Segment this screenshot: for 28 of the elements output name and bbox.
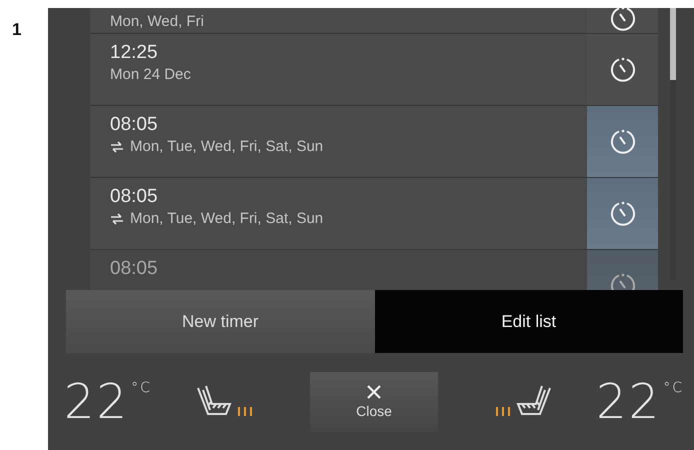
figure-number: 1 <box>11 19 22 41</box>
timer-row[interactable]: 08:05 Mon, Tue, Wed, Fri, Sat, Sun <box>90 106 658 178</box>
action-button[interactable]: Edit list <box>374 290 683 353</box>
action-button[interactable]: New timer <box>66 290 374 353</box>
stopwatch-icon <box>608 56 636 84</box>
timer-row[interactable]: 12:25 Mon 24 Dec <box>90 34 658 106</box>
scrollbar[interactable] <box>670 8 676 280</box>
timer-time: 08:05 <box>110 185 159 209</box>
stopwatch-icon <box>608 200 636 228</box>
close-icon <box>366 384 382 400</box>
timer-toggle[interactable] <box>587 106 658 177</box>
timer-toggle[interactable] <box>587 8 658 33</box>
timer-row[interactable]: Mon, Wed, Fri <box>90 8 658 34</box>
temperature-reading[interactable]: 22$^{°C}$ <box>596 374 684 430</box>
timer-time: 12:25 <box>110 41 159 65</box>
timer-toggle[interactable] <box>587 34 658 105</box>
timer-days: Mon, Tue, Wed, Fri, Sat, Sun <box>130 209 324 229</box>
timer-toggle[interactable] <box>587 178 658 249</box>
temperature-reading[interactable]: 22$^{°C}$ <box>64 374 152 430</box>
timer-days: Mon 24 Dec <box>110 65 191 85</box>
timer-row[interactable]: 08:05 Mon, Tue, Wed, Fri, Sat, Sun <box>90 178 658 250</box>
timer-time: 08:05 <box>110 257 159 281</box>
stopwatch-icon <box>608 8 636 33</box>
close-button[interactable]: Close <box>310 372 438 432</box>
stopwatch-icon <box>608 128 636 156</box>
timer-days: Mon, Wed, Fri <box>110 12 204 32</box>
timer-days: Mon, Tue, Wed, Fri, Sat, Sun <box>130 137 324 157</box>
timer-time: 08:05 <box>110 113 159 137</box>
